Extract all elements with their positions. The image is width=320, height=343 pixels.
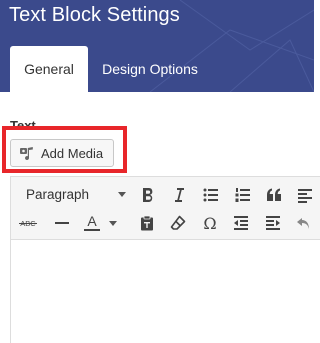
- strikethrough-icon: ABC: [19, 219, 37, 228]
- paste-as-text-button[interactable]: [135, 211, 159, 235]
- decrease-indent-button[interactable]: [229, 211, 253, 235]
- svg-text:A: A: [87, 214, 97, 229]
- italic-button[interactable]: [167, 183, 191, 207]
- panel-title: Text Block Settings: [9, 4, 180, 26]
- text-color-icon: A: [84, 214, 100, 231]
- add-media-label: Add Media: [41, 145, 104, 161]
- editor-content-area[interactable]: [11, 241, 320, 343]
- horizontal-line-button[interactable]: [50, 211, 74, 235]
- align-left-icon: [298, 189, 312, 203]
- add-media-icon: [19, 145, 36, 162]
- numbered-list-icon: [235, 188, 250, 202]
- numbered-list-button[interactable]: [231, 183, 255, 207]
- paste-as-text-icon: [141, 215, 153, 231]
- special-character-button[interactable]: Ω: [198, 211, 222, 235]
- blockquote-button[interactable]: [262, 183, 286, 207]
- tab-design-options[interactable]: Design Options: [94, 46, 206, 92]
- italic-icon: [175, 188, 184, 202]
- align-left-button[interactable]: [293, 183, 317, 207]
- omega-icon: Ω: [203, 213, 217, 233]
- horizontal-line-icon: [55, 222, 69, 224]
- editor-toolbar: Paragraph ABC A Ω: [11, 177, 320, 240]
- bulleted-list-icon: [203, 188, 218, 202]
- tab-general[interactable]: General: [10, 46, 88, 92]
- chevron-down-icon: [109, 220, 117, 226]
- undo-button[interactable]: [293, 211, 315, 235]
- general-tab-content: Text Add Media Paragraph ABC A Ω: [0, 92, 320, 343]
- undo-icon: [297, 218, 309, 229]
- blockquote-icon: [267, 188, 281, 201]
- clear-formatting-button[interactable]: [166, 211, 190, 235]
- decrease-indent-icon: [234, 216, 248, 230]
- format-select-value: Paragraph: [26, 187, 90, 202]
- bold-button[interactable]: [136, 183, 160, 207]
- strikethrough-button[interactable]: ABC: [16, 211, 40, 235]
- bulleted-list-button[interactable]: [199, 183, 223, 207]
- paragraph-format-select[interactable]: Paragraph: [18, 184, 128, 206]
- clear-formatting-icon: [170, 215, 186, 230]
- bold-icon: [143, 188, 153, 202]
- increase-indent-icon: [266, 216, 280, 230]
- text-editor[interactable]: Paragraph ABC A Ω: [10, 176, 320, 343]
- increase-indent-button[interactable]: [261, 211, 285, 235]
- text-color-button[interactable]: A: [83, 211, 125, 235]
- chevron-down-icon: [118, 192, 126, 197]
- panel-header: Text Block Settings General Design Optio…: [0, 0, 314, 92]
- add-media-button[interactable]: Add Media: [10, 139, 114, 167]
